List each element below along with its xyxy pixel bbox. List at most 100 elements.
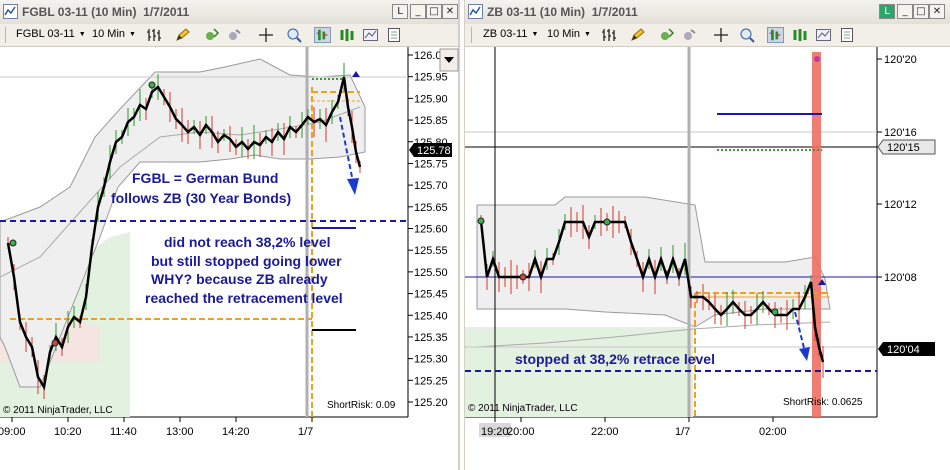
chart-style-icon[interactable] bbox=[146, 27, 163, 43]
price-tick-label: 120'16 bbox=[884, 127, 917, 139]
drawing-tool-icon[interactable] bbox=[629, 27, 646, 43]
signal-dot bbox=[519, 273, 527, 281]
bar-type-icon[interactable] bbox=[314, 27, 331, 43]
interval-select[interactable]: 10 Min ▼ bbox=[92, 28, 136, 40]
signal-dot bbox=[771, 308, 779, 316]
instrument-value: FGBL 03-11 bbox=[16, 28, 75, 40]
price-tick-label: 120'08 bbox=[884, 272, 917, 284]
chart-template-icon[interactable] bbox=[362, 27, 379, 43]
pan-icon[interactable] bbox=[204, 27, 221, 43]
price-tick-label: 125.40 bbox=[414, 310, 448, 322]
time-tick-label: 19:20 bbox=[481, 426, 509, 438]
right-chart-window: ZB 03-11 (10 Min) 1/7/2011 L _ □ ✕ ZB 03… bbox=[464, 0, 950, 470]
zoom-icon[interactable] bbox=[286, 27, 303, 43]
arrow-path bbox=[794, 311, 806, 353]
short-marker bbox=[352, 71, 360, 77]
price-tick-label: 125.25 bbox=[414, 375, 448, 387]
titlebar[interactable]: ZB 03-11 (10 Min) 1/7/2011 L _ □ ✕ bbox=[465, 0, 950, 25]
price-chart[interactable]: 120'15 120'04 120'20 120'16 120'12 120'08 1… bbox=[465, 47, 950, 470]
magnet-icon[interactable] bbox=[681, 27, 698, 43]
time-tick-label: 02:00 bbox=[759, 426, 787, 438]
price-tick-label: 125.30 bbox=[414, 354, 448, 366]
time-tick-label: 1/7 bbox=[298, 426, 313, 438]
chart-template-icon[interactable] bbox=[815, 27, 832, 43]
chevron-down-icon: ▼ bbox=[78, 30, 86, 38]
toolbar-separator bbox=[5, 27, 6, 43]
price-tick-label: 125.80 bbox=[414, 137, 448, 149]
time-axis: 09:00 10:20 11:40 13:00 14:20 1/7 bbox=[0, 417, 313, 438]
time-tick-label: 13:00 bbox=[166, 426, 194, 438]
copyright-label: © 2011 NinjaTrader, LLC bbox=[468, 403, 578, 414]
level-price-label: 120'15 bbox=[887, 142, 920, 154]
highlight-bar bbox=[812, 52, 821, 417]
signal-dot bbox=[477, 217, 485, 225]
interval-value: 10 Min bbox=[547, 28, 581, 40]
price-tick-label: 125.90 bbox=[414, 93, 448, 105]
restore-button[interactable]: L bbox=[392, 4, 408, 19]
price-chart[interactable]: 125.78 126.0125.95125.90125.85125.80125.… bbox=[0, 47, 460, 470]
price-tick-label: 125.85 bbox=[414, 115, 448, 127]
channel-band bbox=[476, 196, 831, 328]
time-tick-label: 09:00 bbox=[0, 426, 26, 438]
price-tick-label: 125.75 bbox=[414, 158, 448, 170]
crosshair-icon[interactable] bbox=[713, 27, 730, 43]
candlestick-icon[interactable] bbox=[338, 27, 355, 43]
candlestick-icon[interactable] bbox=[791, 27, 808, 43]
price-tick-label: 125.45 bbox=[414, 289, 448, 301]
price-tick-label: 125.55 bbox=[414, 245, 448, 257]
instrument-select[interactable]: FGBL 03-11 ▼ bbox=[16, 28, 86, 40]
annotation-line-5: WHY? because ZB already bbox=[151, 271, 328, 287]
zoom-icon[interactable] bbox=[739, 27, 756, 43]
chart-style-icon[interactable] bbox=[601, 27, 618, 43]
chevron-down-icon: ▼ bbox=[531, 30, 539, 38]
interval-select[interactable]: 10 Min ▼ bbox=[547, 28, 591, 40]
short-risk-label: ShortRisk: 0.0625 bbox=[783, 397, 863, 408]
time-tick-label: 10:20 bbox=[54, 426, 82, 438]
price-tick-label: 125.65 bbox=[414, 202, 448, 214]
signal-dot bbox=[814, 56, 820, 62]
annotation-line-4: but still stopped going lower bbox=[151, 253, 342, 269]
copyright-label: © 2011 NinjaTrader, LLC bbox=[3, 405, 113, 416]
properties-icon[interactable] bbox=[386, 27, 403, 43]
minimize-button[interactable]: _ bbox=[410, 4, 426, 19]
price-tick-label: 125.50 bbox=[414, 267, 448, 279]
drawing-tool-icon[interactable] bbox=[174, 27, 191, 43]
titlebar[interactable]: FGBL 03-11 (10 Min) 1/7/2011 L _ □ ✕ bbox=[0, 0, 458, 25]
chevron-down-icon: ▼ bbox=[129, 30, 136, 38]
current-price-label: 120'04 bbox=[887, 344, 920, 356]
annotation-line-2: follows ZB (30 Year Bonds) bbox=[111, 190, 291, 206]
price-axis: 126.0 125.95 125.90 125.85 125.80 125.75 125.7… bbox=[408, 50, 448, 409]
maximize-button[interactable]: □ bbox=[913, 4, 929, 19]
left-chart-window: FGBL 03-11 (10 Min) 1/7/2011 L _ □ ✕ FGB… bbox=[0, 0, 460, 470]
price-tick-label: 120'12 bbox=[884, 199, 917, 211]
close-button[interactable]: ✕ bbox=[442, 4, 458, 19]
annotation-line-3: did not reach 38,2% level bbox=[164, 234, 331, 250]
price-tick-label: 125.95 bbox=[414, 72, 448, 84]
instrument-select[interactable]: ZB 03-11 ▼ bbox=[483, 28, 538, 40]
time-tick-label: 14:20 bbox=[222, 426, 250, 438]
magnet-icon[interactable] bbox=[226, 27, 243, 43]
minimize-button[interactable]: _ bbox=[897, 4, 913, 19]
chart-app-icon bbox=[468, 4, 483, 19]
time-tick-label: 22:00 bbox=[591, 426, 619, 438]
signal-dot bbox=[9, 239, 17, 247]
restore-button[interactable]: L bbox=[879, 4, 895, 19]
price-tick-label: 125.60 bbox=[414, 224, 448, 236]
signal-dot bbox=[603, 218, 611, 226]
crosshair-icon[interactable] bbox=[258, 27, 275, 43]
bar-type-icon[interactable] bbox=[767, 27, 784, 43]
price-tick-label: 120'20 bbox=[884, 54, 917, 66]
time-axis: 19:2020:00 22:00 1/7 02:00 bbox=[479, 417, 787, 438]
instrument-value: ZB 03-11 bbox=[483, 28, 528, 40]
properties-icon[interactable] bbox=[839, 27, 856, 43]
short-risk-label: ShortRisk: 0.09 bbox=[327, 400, 396, 411]
annotation-line-1: FGBL = German Bund bbox=[132, 170, 278, 186]
price-tick-label: 125.70 bbox=[414, 180, 448, 192]
close-button[interactable]: ✕ bbox=[929, 4, 945, 19]
chart-toolbar: ZB 03-11 ▼ 10 Min ▼ bbox=[465, 24, 950, 47]
maximize-button[interactable]: □ bbox=[426, 4, 442, 19]
price-tick-label: 125.35 bbox=[414, 332, 448, 344]
toolbar-separator bbox=[471, 27, 472, 43]
pan-icon[interactable] bbox=[659, 27, 676, 43]
interval-value: 10 Min bbox=[92, 28, 126, 40]
